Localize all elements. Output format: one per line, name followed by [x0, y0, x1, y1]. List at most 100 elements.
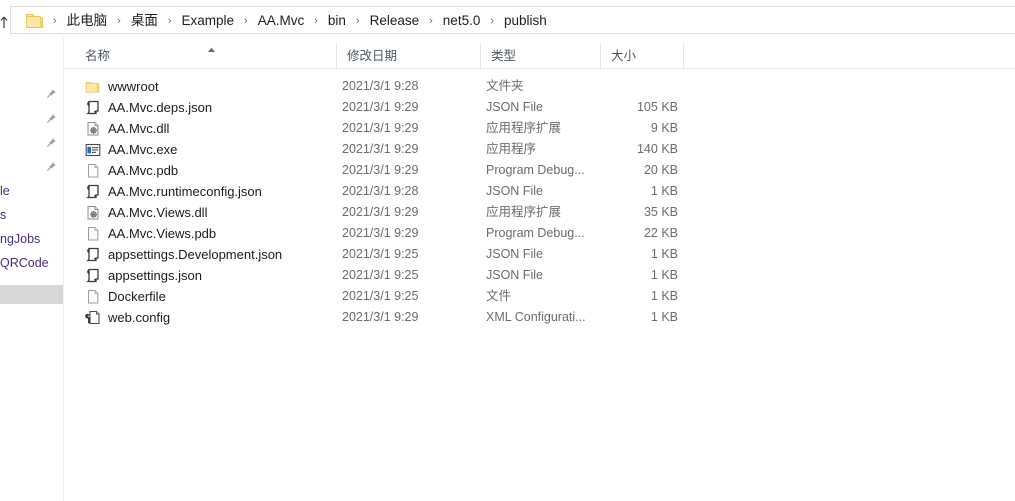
file-size-cell: 105 KB: [636, 100, 678, 114]
column-header-name[interactable]: 名称: [65, 43, 336, 69]
breadcrumb-separator[interactable]: ›: [421, 7, 441, 35]
navigation-pane: le s ngJobs QRCode: [0, 36, 64, 501]
file-name-cell[interactable]: wwwroot: [85, 76, 159, 97]
file-type-cell: 应用程序: [486, 142, 537, 156]
json-file-icon: [85, 268, 101, 284]
file-name-cell[interactable]: AA.Mvc.dll: [85, 118, 169, 139]
table-row[interactable]: Dockerfile 2021/3/1 9:25 文件 1 KB: [65, 286, 1015, 307]
file-type-cell: 应用程序扩展: [486, 205, 562, 219]
file-date-cell: 2021/3/1 9:29: [342, 310, 419, 324]
file-name-label: AA.Mvc.exe: [108, 142, 178, 157]
config-file-icon: [85, 310, 101, 326]
file-date-cell: 2021/3/1 9:29: [342, 121, 419, 135]
table-row[interactable]: AA.Mvc.deps.json 2021/3/1 9:29 JSON File 10…: [65, 97, 1015, 118]
json-file-icon: [85, 184, 101, 200]
table-row[interactable]: AA.Mvc.Views.dll 2021/3/1 9:29 应用程序扩展 35 KB: [65, 202, 1015, 223]
file-name-label: AA.Mvc.Views.dll: [108, 205, 208, 220]
table-row[interactable]: web.config 2021/3/1 9:29 XML Configurati..…: [65, 307, 1015, 328]
file-name-cell[interactable]: web.config: [85, 307, 170, 328]
file-type-cell: 文件夹: [486, 79, 524, 93]
json-file-icon: [85, 100, 101, 116]
file-name-cell[interactable]: Dockerfile: [85, 286, 166, 307]
blank-file-icon: [85, 226, 101, 242]
sort-ascending-caret-icon: [207, 47, 216, 53]
file-date-cell: 2021/3/1 9:28: [342, 184, 419, 198]
breadcrumb-item-5[interactable]: Release: [368, 7, 422, 35]
breadcrumb-item-6[interactable]: net5.0: [441, 7, 483, 35]
column-header-size[interactable]: 大小: [600, 43, 683, 69]
file-size-cell: 20 KB: [643, 163, 678, 177]
file-name-label: AA.Mvc.pdb: [108, 163, 179, 178]
pin-icon[interactable]: [45, 113, 57, 125]
column-header-date-modified[interactable]: 修改日期: [336, 43, 480, 69]
file-name-cell[interactable]: AA.Mvc.runtimeconfig.json: [85, 181, 262, 202]
file-name-cell[interactable]: appsettings.Development.json: [85, 244, 282, 265]
breadcrumb-item-1[interactable]: 桌面: [129, 7, 160, 35]
table-row[interactable]: AA.Mvc.Views.pdb 2021/3/1 9:29 Program Deb…: [65, 223, 1015, 244]
column-header-spacer[interactable]: [683, 43, 743, 69]
file-size-cell: 1 KB: [650, 310, 678, 324]
pin-icon[interactable]: [45, 88, 57, 100]
exe-file-icon: [85, 142, 101, 158]
table-row[interactable]: AA.Mvc.runtimeconfig.json 2021/3/1 9:28 JS…: [65, 181, 1015, 202]
file-name-label: AA.Mvc.runtimeconfig.json: [108, 184, 262, 199]
nav-item-selected[interactable]: [0, 285, 63, 304]
breadcrumb-item-7[interactable]: publish: [502, 7, 549, 35]
nav-item-truncated-0[interactable]: le: [0, 183, 10, 199]
nav-item-truncated-2[interactable]: ngJobs: [0, 231, 40, 247]
column-header-name-label: 名称: [85, 49, 111, 63]
file-date-cell: 2021/3/1 9:29: [342, 142, 419, 156]
column-header-row: 名称 修改日期 类型 大小: [65, 43, 1015, 69]
file-name-cell[interactable]: AA.Mvc.pdb: [85, 160, 178, 181]
breadcrumb-separator[interactable]: ›: [109, 7, 129, 35]
file-name-cell[interactable]: AA.Mvc.Views.dll: [85, 202, 207, 223]
file-size-cell: 1 KB: [650, 247, 678, 261]
nav-item-truncated-1[interactable]: s: [0, 207, 6, 223]
breadcrumb-separator[interactable]: ›: [160, 7, 180, 35]
pin-icon[interactable]: [45, 161, 57, 173]
table-row[interactable]: AA.Mvc.dll 2021/3/1 9:29 应用程序扩展 9 KB: [65, 118, 1015, 139]
file-name-label: AA.Mvc.deps.json: [108, 100, 213, 115]
file-name-cell[interactable]: appsettings.json: [85, 265, 202, 286]
file-type-cell: JSON File: [486, 268, 543, 282]
file-date-cell: 2021/3/1 9:25: [342, 268, 419, 282]
file-size-cell: 35 KB: [643, 205, 678, 219]
breadcrumb-separator[interactable]: ›: [306, 7, 326, 35]
address-box[interactable]: › 此电脑 › 桌面 › Example › AA.Mvc › bin › Re…: [10, 6, 1015, 34]
table-row[interactable]: appsettings.json 2021/3/1 9:25 JSON File 1 …: [65, 265, 1015, 286]
column-header-type[interactable]: 类型: [480, 43, 600, 69]
breadcrumb-item-3[interactable]: AA.Mvc: [256, 7, 307, 35]
folder-icon[interactable]: [26, 14, 43, 28]
file-name-cell[interactable]: AA.Mvc.Views.pdb: [85, 223, 216, 244]
table-row[interactable]: wwwroot 2021/3/1 9:28 文件夹: [65, 76, 1015, 97]
table-row[interactable]: AA.Mvc.exe 2021/3/1 9:29 应用程序 140 KB: [65, 139, 1015, 160]
file-list-area: 名称 修改日期 类型 大小 wwwroot 2021/3/1 9:28 文件夹 AA.…: [65, 36, 1015, 501]
column-header-date-label: 修改日期: [347, 49, 398, 63]
breadcrumb-separator[interactable]: ›: [348, 7, 368, 35]
file-name-label: AA.Mvc.dll: [108, 121, 170, 136]
file-name-label: appsettings.Development.json: [108, 247, 283, 262]
table-row[interactable]: appsettings.Development.json 2021/3/1 9:2…: [65, 244, 1015, 265]
file-date-cell: 2021/3/1 9:29: [342, 163, 419, 177]
breadcrumb-item-4[interactable]: bin: [326, 7, 348, 35]
breadcrumb-separator[interactable]: ›: [482, 7, 502, 35]
breadcrumb-item-2[interactable]: Example: [180, 7, 237, 35]
nav-item-truncated-3[interactable]: QRCode: [0, 255, 49, 271]
up-arrow-icon[interactable]: [0, 16, 9, 29]
file-type-cell: JSON File: [486, 100, 543, 114]
table-row[interactable]: AA.Mvc.pdb 2021/3/1 9:29 Program Debug... 2…: [65, 160, 1015, 181]
file-name-cell[interactable]: AA.Mvc.deps.json: [85, 97, 212, 118]
breadcrumb-separator[interactable]: ›: [236, 7, 256, 35]
file-type-cell: JSON File: [486, 247, 543, 261]
breadcrumb-item-0[interactable]: 此电脑: [65, 7, 110, 35]
file-date-cell: 2021/3/1 9:25: [342, 289, 419, 303]
file-type-cell: 文件: [486, 289, 512, 303]
breadcrumb-separator[interactable]: ›: [45, 7, 65, 35]
file-date-cell: 2021/3/1 9:29: [342, 226, 419, 240]
file-type-cell: JSON File: [486, 184, 543, 198]
folder-icon: [85, 79, 101, 95]
file-name-cell[interactable]: AA.Mvc.exe: [85, 139, 177, 160]
pin-icon[interactable]: [45, 137, 57, 149]
blank-file-icon: [85, 163, 101, 179]
file-name-label: appsettings.json: [108, 268, 202, 283]
